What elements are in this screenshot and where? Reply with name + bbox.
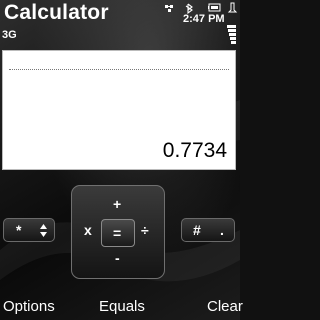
display-separator bbox=[9, 69, 229, 70]
star-symbol: * bbox=[16, 222, 22, 238]
decimal-point-symbol: . bbox=[220, 222, 224, 238]
calculator-display: 0.7734 bbox=[2, 50, 236, 170]
hash-symbol: # bbox=[193, 222, 201, 238]
navigation-pad[interactable]: + x = ÷ - bbox=[71, 185, 165, 279]
hash-key[interactable]: # . bbox=[181, 218, 235, 242]
equals-softkey[interactable]: Equals bbox=[99, 298, 145, 315]
signal-strength-icon bbox=[227, 25, 236, 44]
clock: 2:47 PM bbox=[183, 13, 225, 25]
result-value: 0.7734 bbox=[162, 139, 227, 162]
multiply-key[interactable]: x bbox=[84, 222, 92, 238]
plus-key[interactable]: + bbox=[113, 196, 121, 212]
alert-icon bbox=[227, 2, 238, 13]
clear-softkey[interactable]: Clear bbox=[207, 298, 243, 315]
equals-key[interactable]: = bbox=[101, 219, 135, 247]
app-title: Calculator bbox=[4, 1, 109, 24]
connectivity-icon bbox=[165, 5, 173, 12]
options-softkey[interactable]: Options bbox=[3, 298, 55, 315]
divide-key[interactable]: ÷ bbox=[141, 222, 149, 238]
network-indicator: 3G bbox=[2, 29, 17, 41]
bluetooth-icon bbox=[185, 3, 193, 14]
minus-key[interactable]: - bbox=[115, 250, 120, 266]
up-down-arrows-icon bbox=[40, 224, 47, 237]
battery-icon bbox=[208, 3, 221, 12]
equals-symbol: = bbox=[113, 225, 122, 241]
star-key[interactable]: * bbox=[3, 218, 55, 242]
